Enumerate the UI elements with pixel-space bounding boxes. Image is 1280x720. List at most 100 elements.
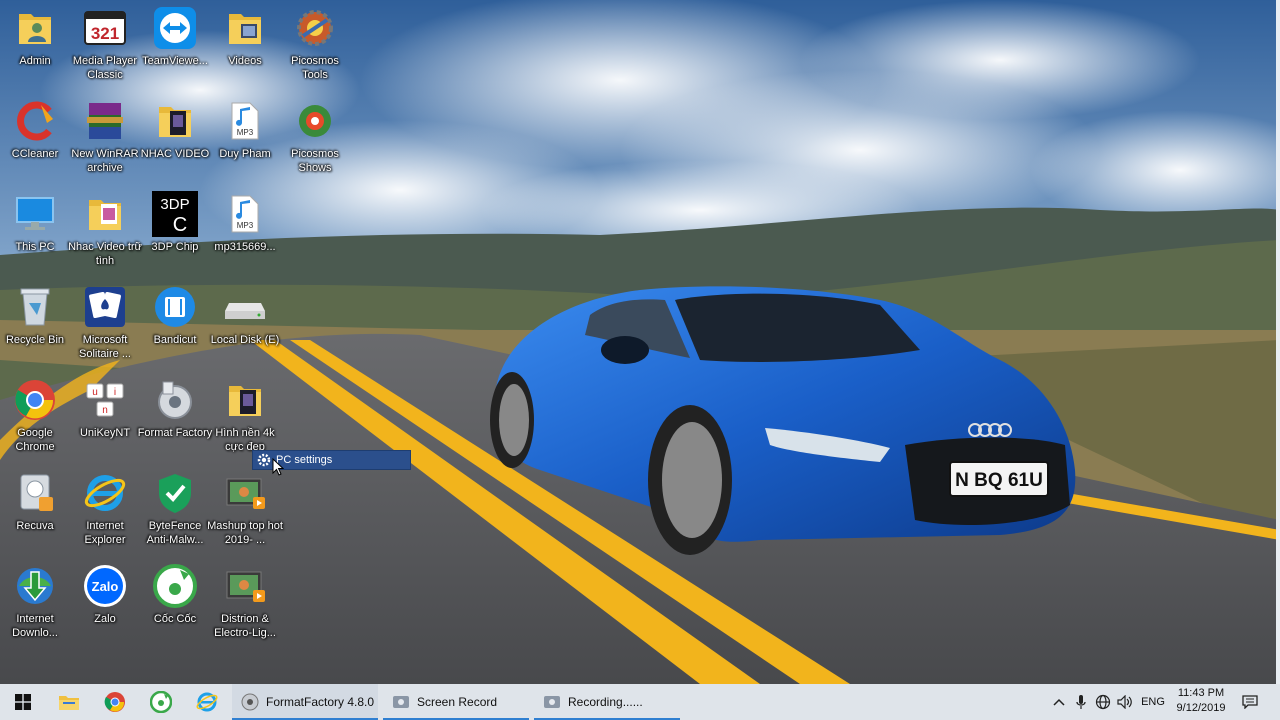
chrome-icon [104, 692, 125, 712]
svg-text:3DP: 3DP [160, 196, 189, 213]
desktop-icon-recuva[interactable]: Recuva [0, 470, 70, 550]
microsoft-solitaire-icon [81, 284, 129, 330]
desktop-icon-label: Picosmos Tools [291, 55, 339, 81]
desktop-icon-label: Mashup top hot 2019- ... [207, 520, 283, 546]
input-language[interactable]: ENG [1136, 696, 1170, 708]
network-globe-icon[interactable] [1092, 694, 1114, 710]
task-formatfactory[interactable]: FormatFactory 4.8.0 [232, 684, 378, 720]
media-player-classic-icon: 321 [81, 5, 129, 51]
desktop-icon-nhac-video-folder[interactable]: NHAC VIDEO [140, 98, 210, 178]
desktop-icon-coc-coc[interactable]: Cốc Cốc [140, 563, 210, 643]
license-plate-text: N BQ 61U [955, 470, 1043, 491]
ccleaner-icon [11, 98, 59, 144]
internet-download-manager-icon [11, 563, 59, 609]
desktop-icon-unikeynt[interactable]: u i n UniKeyNT [70, 377, 140, 457]
desktop-icon-label: Duy Pham [219, 148, 271, 160]
desktop-icon-label: Format Factory [137, 427, 213, 439]
desktop-icon-3dp-chip[interactable]: 3DP C 3DP Chip [140, 191, 210, 271]
bytefence-icon [151, 470, 199, 516]
context-menu-item-pc-settings[interactable]: PC settings [276, 454, 332, 466]
desktop-icon-teamviewer[interactable]: TeamViewe... [140, 5, 210, 85]
coccoc-taskbar-button[interactable] [138, 684, 184, 720]
desktop-icon-internet-download-manager[interactable]: Internet Downlo... [0, 563, 70, 643]
desktop-icon-picosmos-shows[interactable]: Picosmos Shows [280, 98, 350, 178]
new-winrar-archive-icon [81, 98, 129, 144]
start-button[interactable] [0, 684, 46, 720]
desktop-icon-mashup-video[interactable]: Mashup top hot 2019- ... [207, 470, 283, 550]
svg-text:n: n [102, 405, 108, 416]
desktop-icon-new-winrar-archive[interactable]: New WinRAR archive [70, 98, 140, 178]
notification-center-button[interactable] [1238, 684, 1262, 720]
desktop-icon-label: Internet Downlo... [12, 613, 58, 639]
desktop-icon-microsoft-solitaire[interactable]: Microsoft Solitaire ... [70, 284, 140, 364]
desktop-icon-label: Local Disk (E) [210, 334, 280, 346]
local-disk-e-icon [221, 284, 269, 330]
zalo-icon: Zalo [81, 563, 129, 609]
desktop-icon-label: Videos [228, 55, 262, 67]
ie-taskbar-button[interactable] [184, 684, 230, 720]
desktop-icon-label: This PC [15, 241, 55, 253]
coc-coc-icon [151, 563, 199, 609]
3dp-chip-icon: 3DP C [151, 191, 199, 237]
desktop-icon-label: TeamViewe... [142, 55, 208, 67]
desktop-icon-videos[interactable]: Videos [210, 5, 280, 85]
desktop-icon-internet-explorer[interactable]: Internet Explorer [70, 470, 140, 550]
clock-date: 9/12/2019 [1176, 702, 1226, 714]
desktop-icon-label: Microsoft Solitaire ... [79, 334, 131, 360]
desktop-icon-picosmos-tools[interactable]: Picosmos Tools [280, 5, 350, 85]
hinh-nen-4k-icon [221, 377, 269, 423]
desktop-icon-label: Admin [19, 55, 51, 67]
mp3-file-icon: MP3 [221, 191, 269, 237]
show-hidden-icons-chevron-icon[interactable] [1048, 698, 1070, 706]
screen-record-icon [393, 696, 409, 708]
svg-text:MP3: MP3 [237, 128, 254, 137]
duy-pham-icon: MP3 [221, 98, 269, 144]
desktop-icon-label: Recuva [16, 520, 54, 532]
desktop-icon-label: mp315669... [214, 241, 276, 253]
system-tray: ENG [1048, 684, 1170, 720]
desktop-icon-label: UniKeyNT [79, 427, 131, 439]
desktop-icon-media-player-classic[interactable]: 321 Media Player Classic [70, 5, 140, 85]
notification-icon [1242, 695, 1258, 709]
desktop-icon-recycle-bin[interactable]: Recycle Bin [0, 284, 70, 364]
desktop-icon-local-disk-e[interactable]: Local Disk (E) [210, 284, 280, 364]
folder-icon [59, 696, 79, 710]
desktop-icon-admin[interactable]: Admin [0, 5, 70, 85]
desktop-icon-google-chrome[interactable]: Google Chrome [0, 377, 70, 457]
svg-text:Zalo: Zalo [92, 579, 119, 594]
picosmos-tools-icon [291, 5, 339, 51]
internet-explorer-icon [196, 692, 218, 712]
volume-icon[interactable] [1114, 695, 1136, 709]
desktop-icon-mp3-file[interactable]: MP3 mp315669... [210, 191, 280, 271]
desktop-icon-bytefence[interactable]: ByteFence Anti-Malw... [140, 470, 210, 550]
desktop-icon-duy-pham[interactable]: MP3 Duy Pham [210, 98, 280, 178]
admin-icon [11, 5, 59, 51]
desktop-icon-format-factory[interactable]: Format Factory [137, 377, 213, 457]
desktop-icon-distrion-video[interactable]: Distrion & Electro-Lig... [210, 563, 280, 643]
desktop-icon-zalo[interactable]: Zalo Zalo [70, 563, 140, 643]
desktop-icon-ccleaner[interactable]: CCleaner [0, 98, 70, 178]
gear-icon [255, 451, 273, 469]
desktop-icon-hinh-nen-4k[interactable]: Hình nền 4k cực đẹp [210, 377, 280, 457]
taskbar: FormatFactory 4.8.0 Screen Record Record… [0, 684, 1280, 720]
unikeynt-icon: u in [81, 377, 129, 423]
internet-explorer-icon [81, 470, 129, 516]
this-pc-icon [11, 191, 59, 237]
svg-text:321: 321 [91, 24, 119, 43]
task-screen-record[interactable]: Screen Record [383, 684, 529, 720]
chrome-taskbar-button[interactable] [92, 684, 138, 720]
desktop-icon-label: Distrion & Electro-Lig... [214, 613, 276, 639]
recycle-bin-icon [11, 284, 59, 330]
recording-icon [544, 696, 560, 708]
desktop-icon-nhac-video-tru-tinh[interactable]: Nhac Video trữ tình [68, 191, 142, 271]
microphone-icon[interactable] [1070, 694, 1092, 710]
clock[interactable]: 11:43 PM 9/12/2019 [1172, 686, 1230, 716]
desktop-icon-label: Recycle Bin [5, 334, 65, 346]
mouse-cursor-icon [272, 457, 285, 481]
desktop-icon-label: Internet Explorer [84, 520, 126, 546]
desktop-icon-bandicut[interactable]: Bandicut [140, 284, 210, 364]
task-recording[interactable]: Recording...... [534, 684, 680, 720]
desktop-icon-label: Picosmos Shows [291, 148, 339, 174]
desktop-icon-this-pc[interactable]: This PC [0, 191, 70, 271]
file-explorer-button[interactable] [46, 684, 92, 720]
